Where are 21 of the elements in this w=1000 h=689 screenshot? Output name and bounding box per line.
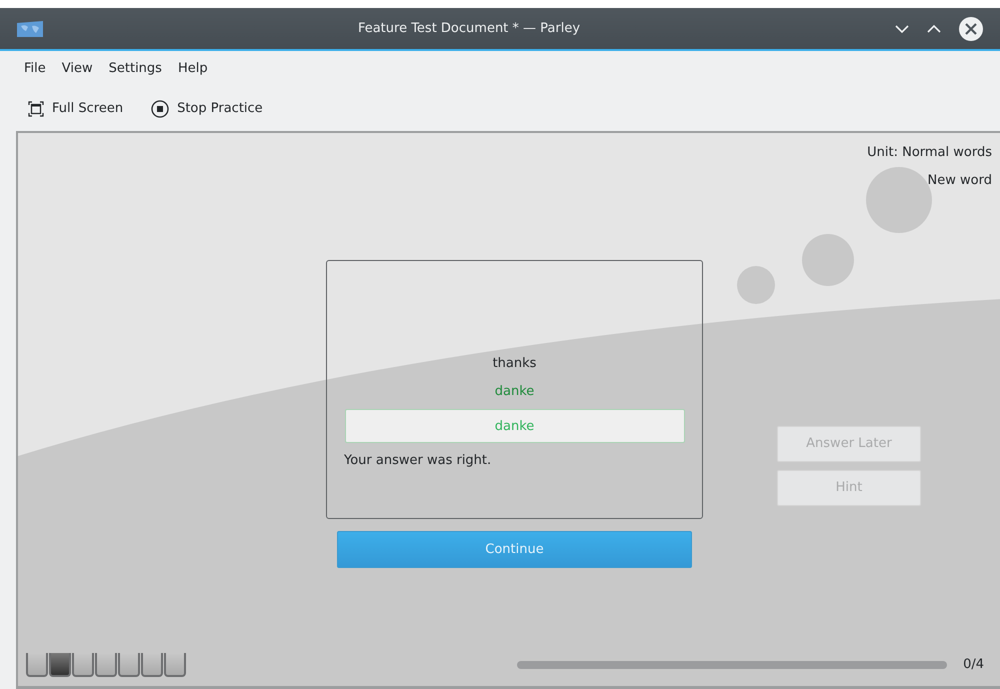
minimize-button[interactable] xyxy=(894,24,910,34)
stop-icon xyxy=(151,100,170,118)
map-icon xyxy=(16,20,44,38)
menu-item[interactable]: Help xyxy=(170,55,216,83)
circle-decoration xyxy=(737,266,775,304)
menu-item[interactable]: File xyxy=(16,55,54,83)
progress-count: 0/4 xyxy=(963,656,984,674)
close-button[interactable] xyxy=(958,16,984,42)
fullscreen-icon xyxy=(28,101,44,117)
circle-decoration xyxy=(802,234,854,286)
unit-label: Unit: Normal words xyxy=(867,144,992,162)
question-word: thanks xyxy=(492,355,536,374)
feedback-text: Your answer was right. xyxy=(344,452,492,470)
menu-item[interactable]: Settings xyxy=(100,55,170,83)
stop-practice-button[interactable]: Stop Practice xyxy=(145,95,269,123)
solution-word: danke xyxy=(494,382,534,401)
window-title: Feature Test Document * — Parley xyxy=(358,20,580,36)
maximize-button[interactable] xyxy=(926,24,942,34)
menu-item[interactable]: View xyxy=(54,55,101,83)
status-label: New word xyxy=(928,172,992,190)
full-screen-button[interactable]: Full Screen xyxy=(22,95,130,123)
